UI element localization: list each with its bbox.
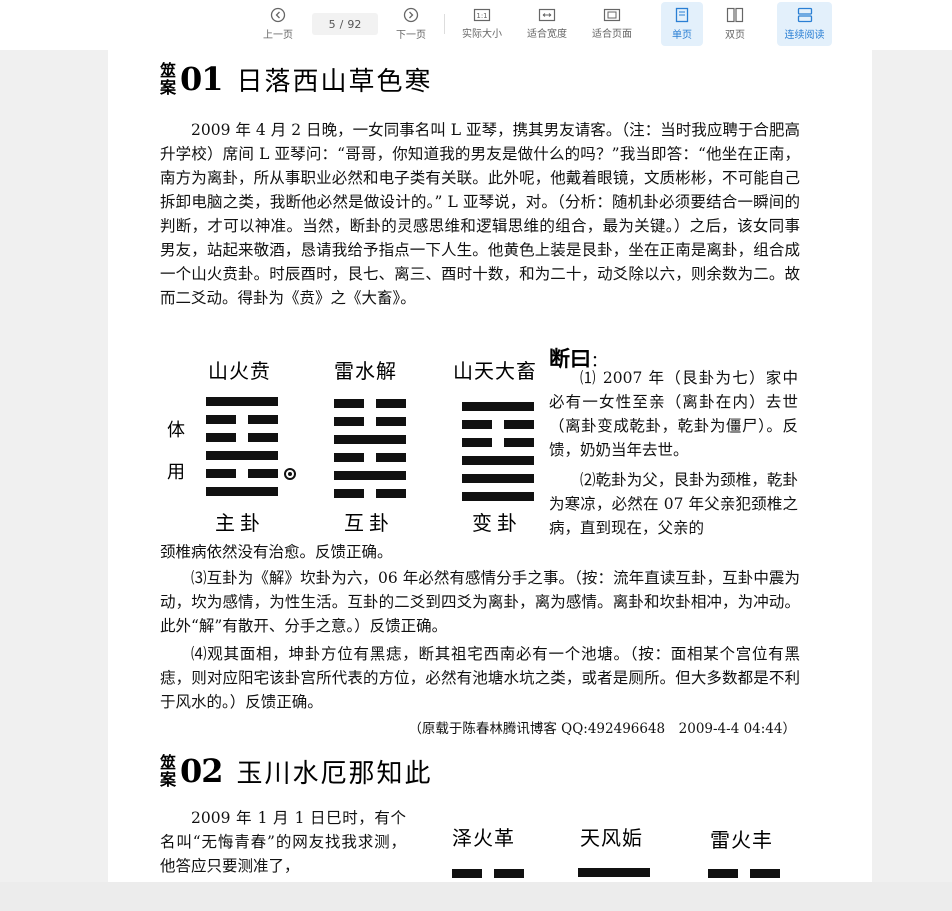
continuous-reading-button[interactable]: 连续阅读	[777, 2, 832, 46]
case-mark: 筮案	[160, 61, 177, 97]
judgement-2: ⑵乾卦为父，艮卦为颈椎，乾卦为寒凉，必然在 07 年父亲犯颈椎之病，直到现在，父…	[549, 471, 798, 537]
hexagram-name-changed: 山天大畜	[453, 359, 537, 383]
fit-page-button[interactable]: 适合页面	[586, 2, 638, 46]
judgement-2-continued: 颈椎病依然没有治愈。反馈正确。	[160, 543, 393, 561]
fit-width-icon	[538, 8, 556, 22]
hexagram-name-main: 山火贲	[208, 359, 271, 383]
case-02-hexagram-name-2: 天风姤	[580, 826, 643, 850]
source-citation: （原载于陈春林腾讯博客 QQ:492496648 2009-4-4 04:44）	[408, 721, 796, 737]
svg-text:1:1: 1:1	[476, 12, 487, 20]
next-page-label: 下一页	[396, 30, 426, 41]
hexagram-main-lines	[206, 397, 278, 497]
case-02-hexagram-name-1: 泽火革	[452, 826, 515, 850]
case-number: 01	[180, 60, 224, 98]
actual-size-button[interactable]: 1:1 实际大小	[456, 2, 508, 46]
page-separator: /	[339, 17, 344, 31]
case-number: 02	[180, 752, 224, 790]
fit-page-label: 适合页面	[592, 29, 632, 40]
toolbar-divider	[444, 14, 445, 34]
judgement-3: ⑶互卦为《解》坎卦为六，06 年必然有感情分手之事。（按：流年直读互卦，互卦中震…	[160, 569, 800, 635]
case-02-heading: 筮案 02 玉川水厄那知此	[160, 752, 433, 790]
next-page-button[interactable]: 下一页	[390, 2, 432, 46]
fit-width-button[interactable]: 适合宽度	[520, 2, 574, 46]
caption-main: 主卦	[215, 511, 265, 535]
viewer-toolbar: 上一页 5 / 92 下一页 1:1 实际大小 适合宽度 适合页面 单页 双页 …	[0, 0, 952, 50]
next-circle-icon	[403, 7, 419, 23]
actual-size-icon: 1:1	[473, 8, 491, 22]
prev-page-button[interactable]: 上一页	[258, 2, 298, 46]
actual-size-label: 实际大小	[462, 29, 502, 40]
case-title: 玉川水厄那知此	[236, 758, 433, 789]
judgement-1: ⑴ 2007 年（艮卦为七）家中必有一女性至亲（离卦在内）去世（离卦变成乾卦，乾…	[549, 369, 798, 459]
current-page-input[interactable]: 5	[329, 18, 336, 31]
prev-page-label: 上一页	[263, 30, 293, 41]
continuous-reading-icon	[797, 7, 812, 23]
single-page-button[interactable]: 单页	[661, 2, 703, 46]
case-mark: 筮案	[160, 753, 177, 789]
total-pages: 92	[347, 17, 362, 31]
double-page-label: 双页	[725, 30, 745, 41]
case-01-heading: 筮案 01 日落西山草色寒	[160, 60, 433, 98]
prev-circle-icon	[270, 7, 286, 23]
case-02-hexagram-3-lines	[708, 869, 780, 879]
double-page-button[interactable]: 双页	[714, 2, 756, 46]
case-02-hexagram-2-lines	[578, 868, 650, 878]
hexagram-mutual-lines	[334, 399, 406, 499]
double-page-icon	[726, 7, 744, 23]
case-01-paragraph: 2009 年 4 月 2 日晚，一女同事名叫 L 亚琴，携其男友请客。（注：当时…	[160, 121, 800, 307]
ti-label: 体	[167, 420, 185, 441]
judgement-4: ⑷观其面相，坤卦方位有黑痣，断其祖宅西南必有一个池塘。（按：面相某个宫位有黑痣，…	[160, 645, 800, 711]
caption-changed: 变卦	[472, 511, 522, 535]
page-number-box[interactable]: 5 / 92	[312, 13, 378, 35]
fit-width-label: 适合宽度	[527, 29, 567, 40]
hexagram-name-mutual: 雷水解	[334, 359, 397, 383]
bottom-status-bar	[0, 882, 952, 911]
single-page-icon	[675, 7, 689, 23]
fit-page-icon	[603, 8, 621, 22]
continuous-reading-label: 连续阅读	[784, 30, 825, 41]
moving-line-circle-icon	[284, 468, 296, 480]
single-page-label: 单页	[672, 30, 692, 41]
case-02-hexagram-1-lines	[452, 869, 524, 879]
case-02-paragraph: 2009 年 1 月 1 日巳时，有个名叫“无悔青春”的网友找我求测，他答应只要…	[160, 809, 406, 875]
case-02-hexagram-name-3: 雷火丰	[710, 828, 773, 852]
case-title: 日落西山草色寒	[236, 66, 433, 97]
hexagram-changed-lines	[462, 402, 534, 502]
yong-label: 用	[167, 462, 185, 483]
document-page: 筮案 01 日落西山草色寒 2009 年 4 月 2 日晚，一女同事名叫 L 亚…	[108, 50, 872, 882]
caption-mutual: 互卦	[344, 511, 394, 535]
